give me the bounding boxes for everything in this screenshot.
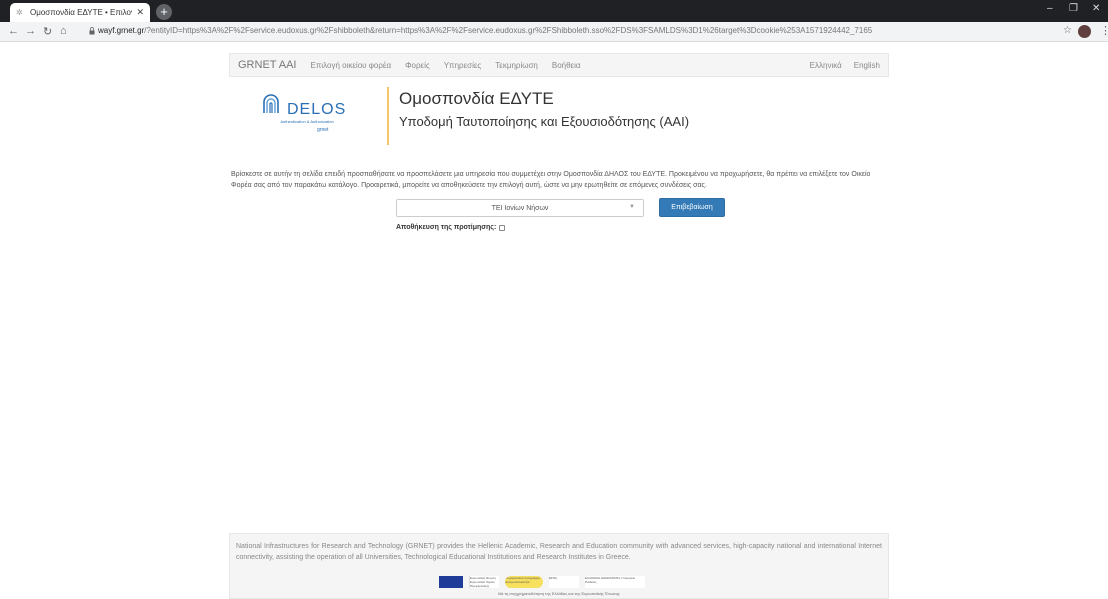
- logo-subtitle: Authentication & Authorization: [280, 119, 334, 124]
- eu-flag-logo: [439, 576, 463, 588]
- home-icon[interactable]: ⌂: [60, 25, 67, 37]
- selection-row: ΤΕΙ Ιονίων Νήσων ▼ Επιβεβαίωση: [229, 197, 889, 219]
- footer-caption: Με τη συγχρηματοδότηση της Ελλάδας και τ…: [498, 591, 620, 596]
- organization-select[interactable]: ΤΕΙ Ιονίων Νήσων ▼: [396, 199, 644, 217]
- lock-icon: [89, 27, 95, 35]
- page-title: Ομοσπονδία ΕΔΥΤΕ: [399, 89, 554, 108]
- minimize-icon[interactable]: –: [1047, 3, 1053, 14]
- footer-text: National Infrastructures for Research an…: [236, 543, 882, 561]
- url-field[interactable]: wayf.grnet.gr/?entityID=https%3A%2F%2Fse…: [98, 26, 872, 35]
- tab-title: Ομοσπονδία ΕΔΥΤΕ • Επιλογή οι: [30, 8, 132, 17]
- intro-text: Βρίσκεστε σε αυτήν τη σελίδα επειδή προσ…: [231, 171, 871, 189]
- back-icon[interactable]: ←: [8, 25, 19, 37]
- bookmark-star-icon[interactable]: ☆: [1063, 25, 1072, 36]
- chevron-down-icon: ▼: [629, 204, 635, 210]
- nav-item-help[interactable]: Βοήθεια: [552, 61, 581, 70]
- logo-text: DELOS: [287, 101, 347, 118]
- confirm-button[interactable]: Επιβεβαίωση: [659, 198, 725, 217]
- close-tab-icon[interactable]: ✕: [136, 7, 144, 18]
- delos-fingerprint-icon: [263, 94, 279, 113]
- page-footer: National Infrastructures for Research an…: [229, 533, 889, 599]
- remember-label: Αποθήκευση της προτίμησης:: [396, 224, 497, 231]
- close-window-icon[interactable]: ✕: [1092, 3, 1100, 14]
- delos-logo: DELOS Authentication & Authorization grn…: [257, 91, 357, 147]
- forward-icon[interactable]: →: [25, 25, 36, 37]
- nav-item-services[interactable]: Υπηρεσίες: [444, 61, 482, 70]
- address-bar: ← → ↻ ⌂ wayf.grnet.gr/?entityID=https%3A…: [0, 22, 1108, 42]
- browser-menu-icon[interactable]: ⋮: [1100, 24, 1108, 37]
- browser-tab[interactable]: ✲ Ομοσπονδία ΕΔΥΤΕ • Επιλογή οι ✕: [10, 3, 150, 22]
- organization-select-value: ΤΕΙ Ιονίων Νήσων: [491, 204, 549, 212]
- competitiveness-logo: επιχειρησιακό πρόγραμμα ανταγωνιστικότητ…: [505, 576, 543, 588]
- browser-tabbar: ✲ Ομοσπονδία ΕΔΥΤΕ • Επιλογή οι ✕ + – ❐ …: [0, 0, 1108, 22]
- language-greek[interactable]: Ελληνικά: [810, 61, 842, 70]
- nav-item-documentation[interactable]: Τεκμηρίωση: [495, 61, 538, 70]
- restore-icon[interactable]: ❐: [1069, 3, 1078, 14]
- header-divider: [387, 87, 389, 145]
- new-tab-icon[interactable]: +: [156, 4, 172, 20]
- eu-fund-logo: Ευρωπαϊκή Ένωση Ευρωπαϊκό Ταμείο Περιφερ…: [469, 576, 499, 588]
- reload-icon[interactable]: ↻: [43, 25, 52, 38]
- navbar-brand[interactable]: GRNET AAI: [238, 59, 296, 71]
- nav-item-organizations[interactable]: Φορείς: [405, 61, 430, 70]
- language-english[interactable]: English: [854, 61, 880, 70]
- espa-logo: ΕΣΠΑ: [549, 576, 579, 588]
- page-container: GRNET AAI Επιλογή οικείου φορέα Φορείς Υ…: [229, 53, 889, 231]
- ministry-logo: ΕΛΛΗΝΙΚΗ ΔΗΜΟΚΡΑΤΙΑ Υπουργείο Παιδείας: [585, 576, 645, 588]
- nav-item-home-org[interactable]: Επιλογή οικείου φορέα: [310, 61, 391, 70]
- page-favicon-icon: ✲: [16, 8, 23, 17]
- profile-avatar-icon[interactable]: [1078, 25, 1091, 38]
- remember-preference: Αποθήκευση της προτίμησης:: [229, 224, 889, 231]
- page-header: DELOS Authentication & Authorization grn…: [229, 85, 889, 155]
- remember-checkbox[interactable]: [499, 224, 506, 231]
- page-subtitle: Υποδομή Ταυτοποίησης και Εξουσιοδότησης …: [399, 114, 690, 129]
- top-navbar: GRNET AAI Επιλογή οικείου φορέα Φορείς Υ…: [229, 53, 889, 77]
- logo-org: grnet: [317, 127, 329, 133]
- footer-logos: Ευρωπαϊκή Ένωση Ευρωπαϊκό Ταμείο Περιφερ…: [439, 575, 684, 589]
